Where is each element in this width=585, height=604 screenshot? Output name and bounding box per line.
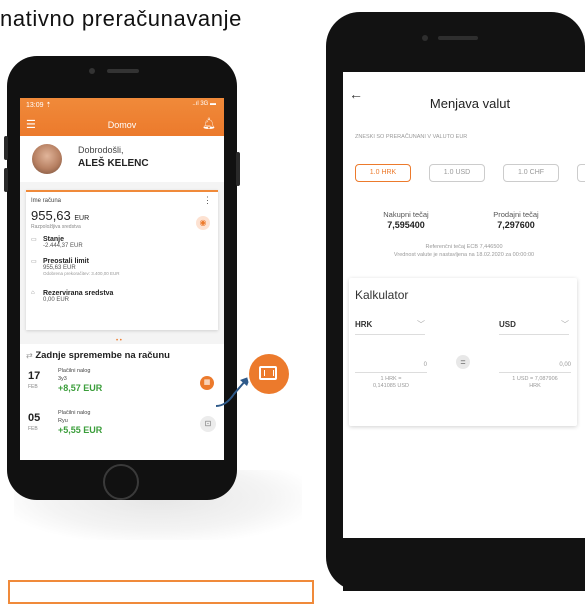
- app-header: 13:09 ⇡ ..ıl 3G ▬ ☰ Domov 🔔︎: [20, 98, 224, 136]
- tx-month: FEB: [28, 426, 38, 432]
- volume-button: [4, 136, 8, 160]
- chat-icon[interactable]: ⊡: [200, 416, 216, 432]
- tx-type: Plačilni nalog: [58, 368, 91, 374]
- home-button[interactable]: [103, 464, 139, 500]
- phone-right: ← Menjava valut ZNESKI SO PRERAČUNANI V …: [326, 12, 585, 591]
- swap-icon: ⇄: [26, 351, 33, 360]
- lock-icon: ⌂: [31, 290, 35, 296]
- recent-changes: ⇄ Zadnje spremembe na računu 17 FEB Plač…: [20, 344, 224, 460]
- to-amount-input[interactable]: 0,00: [499, 362, 571, 373]
- status-signal: ..ıl 3G ▬: [192, 101, 216, 107]
- exchange-icon-highlight[interactable]: [249, 354, 289, 394]
- tx-day: 05: [28, 412, 41, 424]
- buy-rate: Nakupni tečaj 7,595400: [383, 210, 429, 230]
- calculator-card: Kalkulator HRK ﹀ USD ﹀ = 0 0,00 1 HRK = 0,1…: [349, 278, 577, 426]
- phone-left: 13:09 ⇡ ..ıl 3G ▬ ☰ Domov 🔔︎ Dobrodošli,…: [4, 56, 240, 500]
- welcome-card: Dobrodošli, ALEŠ KELENC: [20, 136, 224, 182]
- tx-amount: +5,55 EUR: [58, 425, 103, 435]
- camera-icon: [89, 68, 95, 74]
- account-card[interactable]: Ime računa ⋮ 955,63 EUR Razpoložljiva sr…: [26, 190, 218, 330]
- avatar[interactable]: [32, 144, 62, 174]
- volume-button: [4, 168, 8, 192]
- currency-note: ZNESKI SO PRERAČUNANI V VALUTO EUR: [355, 134, 468, 140]
- sell-rate: Prodajni tečaj 7,297600: [493, 210, 539, 230]
- to-currency-select[interactable]: USD ﹀: [499, 320, 569, 335]
- from-currency-select[interactable]: HRK ﹀: [355, 320, 425, 335]
- list-item[interactable]: 05 FEB Plačilni nalog Ryu +5,55 EUR ⊡: [28, 410, 218, 444]
- tx-day: 17: [28, 370, 41, 382]
- account-name: Ime računa: [31, 198, 62, 204]
- banking-app-screen: 13:09 ⇡ ..ıl 3G ▬ ☰ Domov 🔔︎ Dobrodošli,…: [20, 98, 224, 460]
- caption-box: [8, 580, 314, 604]
- equals-icon: =: [456, 355, 470, 369]
- speaker: [107, 69, 139, 73]
- page-title: Domov: [107, 120, 137, 130]
- chevron-down-icon: ﹀: [561, 320, 569, 329]
- tx-month: FEB: [28, 384, 38, 390]
- camera-icon: [422, 35, 428, 41]
- bell-icon[interactable]: 🔔︎: [202, 117, 216, 130]
- phone-bezel-bottom: [343, 538, 585, 591]
- reference-date: Vrednost valute je nastavljena na 18.02.…: [393, 252, 535, 258]
- chevron-down-icon: ﹀: [417, 320, 425, 329]
- tx-amount: +8,57 EUR: [58, 383, 103, 393]
- account-balance: 955,63 EUR: [31, 208, 90, 223]
- page-heading: nativno preračunavanje: [0, 6, 242, 31]
- page-title: Menjava valut: [429, 96, 511, 111]
- chip-usd[interactable]: 1.0 USD: [429, 164, 485, 182]
- chip-chf[interactable]: 1.0 CHF: [503, 164, 559, 182]
- to-rate: 1 USD = 7,087906 HRK: [512, 376, 558, 389]
- status-time: 13:09 ⇡: [26, 102, 52, 109]
- tx-sub: Ryu: [58, 418, 68, 424]
- from-rate: 1 HRK = 0,141085 USD: [372, 376, 410, 389]
- tx-sub: 3y3: [58, 376, 67, 382]
- more-icon[interactable]: ⋮: [203, 195, 212, 206]
- calculator-title: Kalkulator: [355, 288, 409, 302]
- speaker: [438, 36, 478, 40]
- tx-type: Plačilni nalog: [58, 410, 91, 416]
- ecb-reference: Referenčni tečaj ECB 7,446500: [425, 244, 503, 250]
- chip-more[interactable]: [577, 164, 585, 182]
- recent-changes-title: ⇄ Zadnje spremembe na računu: [26, 350, 170, 361]
- power-button: [236, 152, 240, 186]
- wallet-icon: ▭: [31, 259, 37, 265]
- eye-icon[interactable]: ◉: [196, 216, 210, 230]
- welcome-text: Dobrodošli,: [78, 145, 124, 155]
- chip-hrk[interactable]: 1.0 HRK: [355, 164, 411, 182]
- list-item[interactable]: 17 FEB Plačilni nalog 3y3 +8,57 EUR ▦: [28, 368, 218, 402]
- wallet-icon: ▭: [31, 237, 37, 243]
- from-amount-input[interactable]: 0: [355, 362, 427, 373]
- available-label: Razpoložljiva sredstva: [31, 224, 81, 230]
- exchange-screen: ← Menjava valut ZNESKI SO PRERAČUNANI V …: [343, 72, 585, 538]
- user-name: ALEŠ KELENC: [78, 158, 149, 169]
